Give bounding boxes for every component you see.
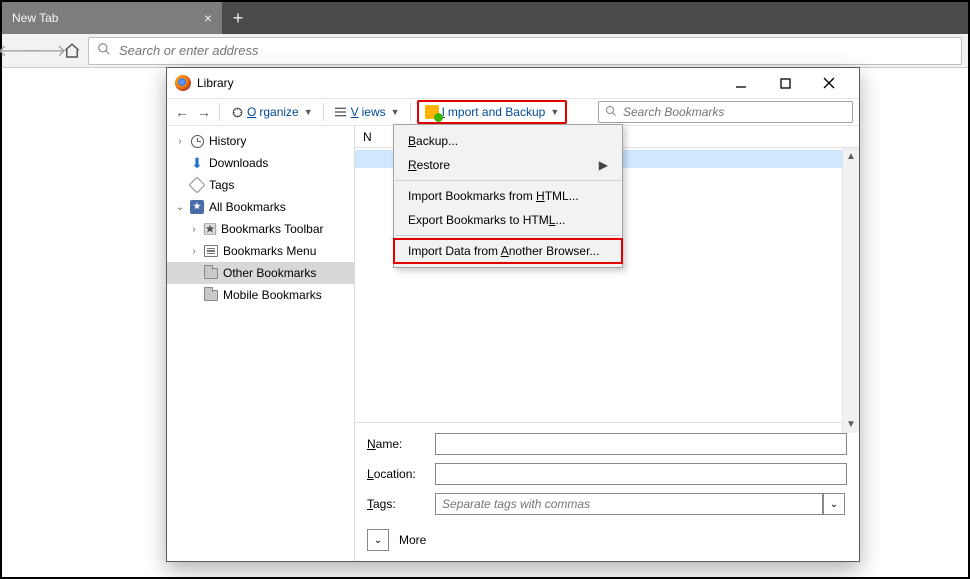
tag-icon [189,177,205,193]
more-label: More [399,533,426,547]
bookmark-search[interactable] [598,101,853,123]
import-backup-button[interactable]: Import and Backup▼ [417,100,568,124]
new-tab-button[interactable]: + [222,2,254,34]
scrollbar[interactable]: ▲ ▼ [842,148,859,433]
submenu-icon: ▶ [599,158,608,172]
address-bar[interactable] [88,37,962,65]
name-field[interactable] [435,433,847,455]
label-tags: Tags: [367,497,435,511]
col-name: N [363,130,372,144]
location-field[interactable] [435,463,847,485]
library-titlebar[interactable]: Library [167,68,859,98]
tree-downloads[interactable]: ⬇Downloads [167,152,354,174]
menu-icon [203,243,219,259]
close-tab-icon[interactable]: × [204,10,212,26]
scroll-down-icon[interactable]: ▼ [843,416,859,433]
import-backup-icon [425,105,439,119]
folder-icon [203,287,219,303]
maximize-button[interactable] [763,69,807,97]
minimize-button[interactable] [719,69,763,97]
menu-import-html[interactable]: Import Bookmarks from HTML... [394,184,622,208]
tags-field[interactable] [435,493,823,515]
tree-tags[interactable]: Tags [167,174,354,196]
scroll-up-icon[interactable]: ▲ [843,148,859,165]
more-toggle[interactable]: ⌄ [367,529,389,551]
folder-icon [203,265,219,281]
browser-toolbar: 🡐 🡒 [2,34,968,68]
download-icon: ⬇ [189,155,205,171]
library-window: Library ← → Organize▼ Views▼ [166,67,860,562]
menu-import-other-browser[interactable]: Import Data from Another Browser... [394,239,622,263]
tree-other-bookmarks[interactable]: Other Bookmarks [167,262,354,284]
browser-tab[interactable]: New Tab × [2,2,222,34]
clock-icon [189,133,205,149]
search-icon [97,42,111,59]
bookmarks-icon [189,199,205,215]
caret-icon: ▼ [304,107,313,117]
tree-all-bookmarks[interactable]: ⌄All Bookmarks [167,196,354,218]
search-icon [605,105,617,120]
caret-icon: ▼ [550,107,559,117]
separator [410,103,411,121]
menu-restore[interactable]: Restore▶ [394,153,622,177]
menu-export-html[interactable]: Export Bookmarks to HTML... [394,208,622,232]
tree-history[interactable]: ›History [167,130,354,152]
address-input[interactable] [119,43,953,58]
tree-mobile-bookmarks[interactable]: Mobile Bookmarks [167,284,354,306]
expand-icon[interactable]: › [175,136,185,147]
close-button[interactable] [807,69,851,97]
tree-bookmarks-menu[interactable]: ›Bookmarks Menu [167,240,354,262]
firefox-icon [175,75,191,91]
bookmark-search-input[interactable] [623,105,846,119]
views-icon [334,106,348,118]
separator [323,103,324,121]
label-name: Name: [367,437,435,451]
library-toolbar: ← → Organize▼ Views▼ Import and Backup▼ [167,98,859,126]
menu-divider [395,235,621,236]
library-tree: ›History ⬇Downloads Tags ⌄All Bookmarks … [167,126,355,561]
views-button[interactable]: Views▼ [330,101,404,123]
more-row: ⌄ More [355,521,859,561]
browser-tab-bar: New Tab × + [2,2,968,34]
lib-back-button[interactable]: ← [173,104,191,120]
caret-icon: ▼ [391,107,400,117]
menu-backup[interactable]: Backup... [394,129,622,153]
home-button[interactable] [60,39,84,63]
collapse-icon[interactable]: ⌄ [175,202,185,213]
details-panel: Name: Location: Tags: ⌄ [355,422,859,521]
forward-button[interactable]: 🡒 [34,40,56,62]
menu-divider [395,180,621,181]
separator [219,103,220,121]
import-backup-menu: Backup... Restore▶ Import Bookmarks from… [393,124,623,268]
label-location: Location: [367,467,435,481]
star-icon [203,222,217,236]
tab-title: New Tab [12,11,58,25]
organize-button[interactable]: Organize▼ [226,101,317,123]
library-title: Library [197,76,234,90]
expand-icon[interactable]: › [189,246,199,257]
tags-dropdown-button[interactable]: ⌄ [823,493,845,515]
organize-icon [230,106,244,119]
lib-forward-button[interactable]: → [195,104,213,120]
expand-icon[interactable]: › [189,224,199,235]
tree-bookmarks-toolbar[interactable]: ›Bookmarks Toolbar [167,218,354,240]
